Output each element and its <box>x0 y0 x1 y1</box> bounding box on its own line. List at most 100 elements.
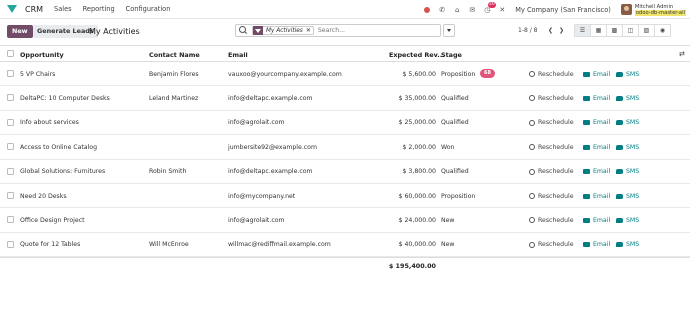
company-switcher[interactable]: My Company (San Francisco) <box>515 6 611 14</box>
email-button[interactable]: Email <box>583 241 610 248</box>
sms-button[interactable]: SMS <box>616 119 639 126</box>
select-all-checkbox[interactable] <box>7 50 14 57</box>
activity-clock-icon[interactable]: ◷ 20 <box>483 1 497 14</box>
settings-tools-icon[interactable]: ✕ <box>498 6 506 14</box>
col-stage[interactable]: Stage <box>441 51 462 59</box>
map-view-icon[interactable]: ◉ <box>654 24 671 37</box>
kanban-view-icon[interactable]: ▦ <box>590 24 607 37</box>
reschedule-button[interactable]: Reschedule <box>529 217 574 224</box>
chevron-right-icon[interactable]: ❯ <box>559 27 564 34</box>
menu-sales[interactable]: Sales <box>54 5 72 13</box>
new-button[interactable]: New <box>7 25 33 38</box>
pager-value[interactable]: 1-8 / 8 <box>518 27 537 34</box>
contact-name: Leland Martinez <box>149 94 199 102</box>
list-view-icon[interactable]: ☰ <box>574 24 591 37</box>
table-row[interactable]: DeltaPC: 10 Computer Desks Leland Martine… <box>0 86 690 111</box>
website-icon[interactable]: ⌂ <box>453 6 461 14</box>
menu-reporting[interactable]: Reporting <box>83 5 115 13</box>
table-row[interactable]: Quote for 12 Tables Will McEnroe willmac@r… <box>0 233 690 258</box>
sms-icon <box>616 242 623 248</box>
clock-icon <box>529 71 535 77</box>
search-icon <box>239 26 248 35</box>
reschedule-button[interactable]: Reschedule <box>529 71 574 78</box>
envelope-icon <box>583 95 590 101</box>
row-checkbox[interactable] <box>7 118 14 126</box>
phone-icon[interactable]: ✆ <box>438 6 446 14</box>
search-input[interactable] <box>317 27 428 34</box>
avatar[interactable] <box>620 4 632 15</box>
menu-configuration[interactable]: Configuration <box>126 5 171 13</box>
col-opportunity[interactable]: Opportunity <box>20 51 64 59</box>
row-checkbox[interactable] <box>7 167 14 175</box>
row-checkbox[interactable] <box>7 143 14 151</box>
sms-icon <box>616 144 623 150</box>
email-button[interactable]: Email <box>583 193 610 200</box>
row-checkbox[interactable] <box>7 240 14 248</box>
search-bar[interactable]: My Activities ✕ <box>235 24 441 37</box>
sms-label: SMS <box>626 70 640 78</box>
table-row[interactable]: Need 20 Desks info@mycompany.net $ 60,000.… <box>0 184 690 209</box>
stage-value: Qualified <box>441 94 469 102</box>
col-revenue[interactable]: Expected Rev... <box>389 51 445 59</box>
row-checkbox[interactable] <box>7 70 14 77</box>
email-button[interactable]: Email <box>583 119 610 126</box>
reschedule-label: Reschedule <box>538 94 574 102</box>
optional-columns-icon[interactable]: ⇄ <box>679 50 685 58</box>
envelope-icon <box>583 71 590 77</box>
row-checkbox[interactable] <box>7 216 14 224</box>
sms-label: SMS <box>626 216 640 224</box>
reschedule-button[interactable]: Reschedule <box>529 193 574 200</box>
row-checkbox[interactable] <box>7 94 14 102</box>
pivot-view-icon[interactable]: ▧ <box>638 24 655 37</box>
table-row[interactable]: Access to Online Catalog jumbersite92@exa… <box>0 135 690 160</box>
table-row[interactable]: Office Design Project info@agrolait.com $ … <box>0 208 690 233</box>
contact-name: Will McEnroe <box>149 241 189 249</box>
sms-label: SMS <box>626 94 640 102</box>
close-icon[interactable]: ✕ <box>306 27 313 34</box>
email-label: Email <box>593 168 611 176</box>
reschedule-label: Reschedule <box>538 241 574 249</box>
sms-button[interactable]: SMS <box>616 193 639 200</box>
app-name[interactable]: CRM <box>25 5 43 14</box>
email-button[interactable]: Email <box>583 95 610 102</box>
table-row[interactable]: Info about services info@agrolait.com $ 25… <box>0 111 690 136</box>
email-button[interactable]: Email <box>583 71 610 78</box>
filter-facet[interactable]: My Activities ✕ <box>252 26 314 35</box>
email-button[interactable]: Email <box>583 217 610 224</box>
reschedule-button[interactable]: Reschedule <box>529 241 574 248</box>
email-button[interactable]: Email <box>583 144 610 151</box>
sms-button[interactable]: SMS <box>616 217 639 224</box>
col-contact[interactable]: Contact Name <box>149 51 200 59</box>
database-name: odoo-db-master-all <box>634 9 686 16</box>
calendar-view-icon[interactable]: ◫ <box>622 24 639 37</box>
sms-button[interactable]: SMS <box>616 168 639 175</box>
record-icon[interactable] <box>424 6 431 13</box>
reschedule-button[interactable]: Reschedule <box>529 119 574 126</box>
expected-revenue: $ 2,000.00 <box>402 143 436 151</box>
table-row[interactable]: 5 VP Chairs Benjamin Flores vauxoo@yourcom… <box>0 62 690 87</box>
email-button[interactable]: Email <box>583 168 610 175</box>
stage-value: Proposition <box>441 192 476 200</box>
reschedule-button[interactable]: Reschedule <box>529 144 574 151</box>
graph-view-icon[interactable]: ▩ <box>606 24 623 37</box>
expected-revenue: $ 60,000.00 <box>398 192 436 200</box>
sms-button[interactable]: SMS <box>616 71 639 78</box>
sms-button[interactable]: SMS <box>616 241 639 248</box>
chat-icon[interactable]: ✉ <box>468 6 476 14</box>
row-checkbox[interactable] <box>7 192 14 199</box>
crm-app-icon[interactable] <box>7 4 17 14</box>
generate-leads-button[interactable]: Generate Leads <box>33 25 98 38</box>
chevron-left-icon[interactable]: ❮ <box>548 27 553 34</box>
reschedule-button[interactable]: Reschedule <box>529 95 574 102</box>
search-options-toggle[interactable] <box>443 24 455 37</box>
user-menu[interactable]: Mitchell Admin odoo-db-master-all <box>634 4 686 16</box>
sms-button[interactable]: SMS <box>616 144 639 151</box>
sms-button[interactable]: SMS <box>616 95 639 102</box>
clock-icon <box>529 241 535 248</box>
expected-revenue: $ 25,000.00 <box>398 119 436 127</box>
col-email[interactable]: Email <box>228 51 248 59</box>
sms-label: SMS <box>626 241 640 249</box>
table-row[interactable]: Global Solutions: Furnitures Robin Smith i… <box>0 160 690 184</box>
email-value: info@agrolait.com <box>228 119 285 127</box>
reschedule-button[interactable]: Reschedule <box>529 168 574 175</box>
